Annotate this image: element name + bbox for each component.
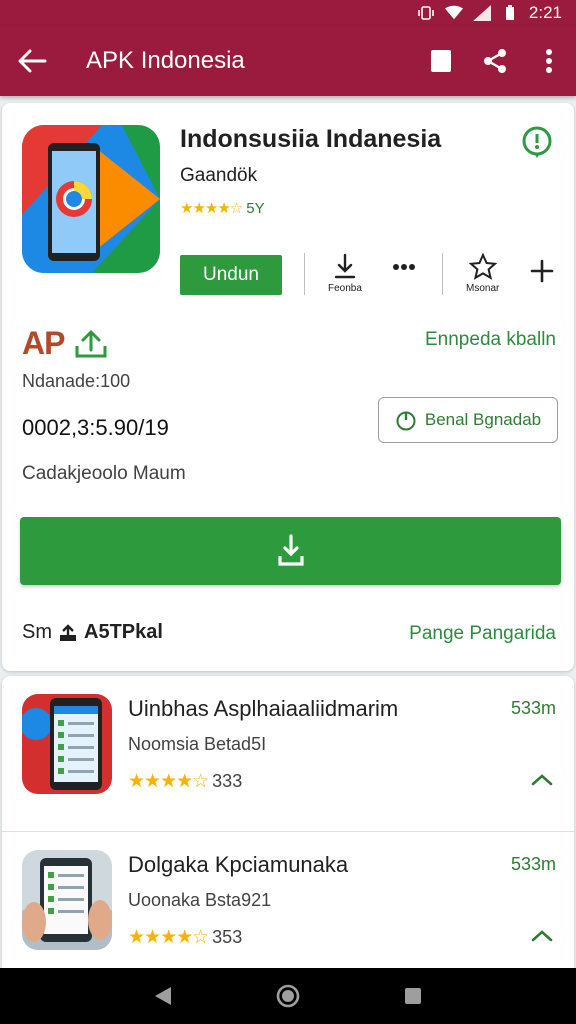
related-app-rating: ★★★★☆ 353 <box>128 926 242 949</box>
divider <box>304 253 305 295</box>
outline-button[interactable]: Benal Bgnadab <box>378 397 558 443</box>
square-recents-icon <box>405 988 422 1004</box>
wifi-icon <box>444 5 463 21</box>
info-bubble-icon <box>522 126 552 158</box>
app-detail-card: Indonsusiia Indanesia Gaandök ★★★★☆ 5Y U… <box>2 103 574 671</box>
related-app-size: 533m <box>510 854 556 874</box>
power-icon <box>396 411 416 431</box>
download-icon <box>334 253 356 279</box>
star-icon <box>468 253 497 280</box>
category-text: Cadakjeoolo Maum <box>22 463 186 484</box>
rating-stars: ★★★★☆ <box>180 200 243 217</box>
circle-home-icon <box>276 984 300 1008</box>
action-rate-label: Msonar <box>466 283 500 294</box>
signal-icon <box>472 5 491 21</box>
bookmark-button[interactable] <box>414 26 468 96</box>
size-prefix: Sm <box>22 621 52 643</box>
action-download[interactable]: Feonba <box>328 253 362 294</box>
app-rating: ★★★★☆ 5Y <box>180 199 265 218</box>
chevron-up-icon[interactable] <box>530 928 554 944</box>
vibrate-icon <box>417 5 435 21</box>
bookmark-icon <box>431 50 451 72</box>
action-rate[interactable]: Msonar <box>466 253 499 294</box>
app-bar: APK Indonesia <box>0 26 576 96</box>
upload-icon <box>75 330 107 357</box>
action-add[interactable] <box>530 259 554 283</box>
plus-icon <box>530 259 554 283</box>
size-link[interactable]: Pange Pangarida <box>409 623 556 645</box>
action-download-label: Feonba <box>328 283 362 294</box>
size-row: Sm A5TPkal <box>22 621 163 644</box>
link-right[interactable]: Ennpeda kballn <box>425 329 556 351</box>
arrow-left-icon <box>18 49 47 73</box>
nav-back-button[interactable] <box>143 976 183 1016</box>
downloads-count: Ndanade:100 <box>22 371 131 391</box>
related-app-thumbnail <box>22 850 112 950</box>
share-icon <box>484 49 506 73</box>
rating-stars: ★★★★☆ <box>128 927 209 948</box>
divider <box>442 253 443 295</box>
list-item[interactable]: Dolgaka Kpciamunaka Uoonaka Bsta921 ★★★★… <box>2 832 574 988</box>
apk-logo: AP <box>22 325 108 362</box>
status-bar: 2:21 <box>0 0 576 26</box>
triangle-back-icon <box>154 987 171 1005</box>
info-button[interactable] <box>520 125 554 159</box>
apk-logo-text: AP <box>22 325 65 361</box>
related-app-rating-count: 353 <box>212 927 243 947</box>
battery-icon <box>501 5 519 21</box>
status-time: 2:21 <box>528 3 562 22</box>
chevron-up-icon[interactable] <box>530 772 554 788</box>
share-button[interactable] <box>468 26 522 96</box>
version-text: 0002,3:5.90/19 <box>22 415 169 440</box>
download-tray-icon <box>277 534 304 566</box>
system-nav-bar <box>0 968 576 1024</box>
rating-stars: ★★★★☆ <box>128 771 209 792</box>
nav-recents-button[interactable] <box>393 976 433 1016</box>
size-value: A5TPkal <box>84 621 163 643</box>
more-vert-icon <box>546 49 552 73</box>
developer-name[interactable]: Gaandök <box>180 165 257 187</box>
related-app-size: 533m <box>510 698 556 718</box>
related-app-subtitle: Noomsia Betad5I <box>128 734 267 754</box>
install-button[interactable]: Undun <box>180 255 282 295</box>
related-app-name: Uinbhas Asplhaiaaliidmarim <box>128 696 399 721</box>
related-app-rating-count: 333 <box>212 771 243 791</box>
related-app-thumbnail <box>22 694 112 794</box>
related-app-subtitle: Uoonaka Bsta921 <box>128 890 272 910</box>
overflow-menu-button[interactable] <box>522 26 576 96</box>
outline-button-label: Benal Bgnadab <box>424 410 542 429</box>
more-dots-icon <box>393 264 415 270</box>
related-app-rating: ★★★★☆ 333 <box>128 770 242 793</box>
app-name: Indonsusiia Indanesia <box>180 125 442 153</box>
app-bar-title: APK Indonesia <box>86 47 245 74</box>
share-up-icon <box>60 623 76 641</box>
list-item[interactable]: Uinbhas Asplhaiaaliidmarim Noomsia Betad… <box>2 676 574 832</box>
related-apps-card: Uinbhas Asplhaiaaliidmarim Noomsia Betad… <box>2 676 574 968</box>
app-icon <box>22 125 160 273</box>
related-app-name: Dolgaka Kpciamunaka <box>128 852 349 877</box>
back-button[interactable] <box>0 26 64 96</box>
action-more[interactable] <box>392 263 416 271</box>
nav-home-button[interactable] <box>268 976 308 1016</box>
download-main-button[interactable] <box>20 517 561 585</box>
rating-value: 5Y <box>246 199 265 217</box>
